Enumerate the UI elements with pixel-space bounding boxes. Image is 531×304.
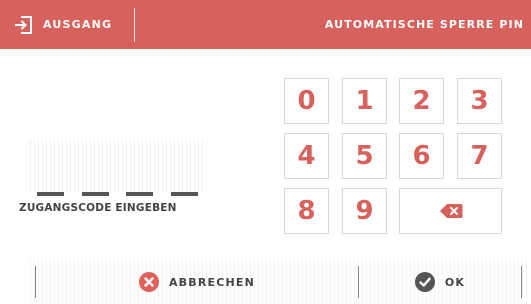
- key-3[interactable]: 3: [457, 78, 502, 124]
- exit-icon: [15, 15, 32, 34]
- backspace-icon: [439, 204, 462, 218]
- cancel-label: ABBRECHEN: [168, 275, 256, 289]
- code-display-background: [30, 140, 205, 192]
- cancel-icon: [138, 272, 159, 292]
- footer-divider: [521, 266, 522, 298]
- header-divider: [134, 8, 135, 42]
- key-5[interactable]: 5: [342, 133, 387, 179]
- key-9[interactable]: 9: [342, 188, 387, 234]
- code-digit-slot: [82, 192, 109, 196]
- exit-label: AUSGANG: [43, 18, 113, 31]
- code-digit-placeholders: [37, 192, 200, 196]
- code-digit-slot: [171, 192, 198, 196]
- code-entry: ZUGANGSCODE EINGEBEN: [19, 140, 205, 220]
- header-bar: AUSGANG AUTOMATISCHE SPERRE PIN: [0, 0, 531, 49]
- key-1[interactable]: 1: [342, 78, 387, 124]
- key-4[interactable]: 4: [284, 133, 329, 179]
- key-8[interactable]: 8: [284, 188, 329, 234]
- code-digit-slot: [126, 192, 153, 196]
- code-digit-slot: [37, 192, 64, 196]
- exit-button[interactable]: AUSGANG: [0, 0, 134, 49]
- page-title: AUTOMATISCHE SPERRE PIN: [324, 18, 524, 31]
- cancel-button[interactable]: ABBRECHEN: [36, 266, 358, 298]
- key-6[interactable]: 6: [399, 133, 444, 179]
- key-0[interactable]: 0: [284, 78, 329, 124]
- ok-button[interactable]: OK: [359, 266, 521, 298]
- ok-label: OK: [444, 275, 466, 289]
- backspace-button[interactable]: [399, 188, 502, 234]
- check-icon: [414, 272, 435, 292]
- key-7[interactable]: 7: [457, 133, 502, 179]
- code-entry-label: ZUGANGSCODE EINGEBEN: [19, 202, 177, 214]
- key-2[interactable]: 2: [399, 78, 444, 124]
